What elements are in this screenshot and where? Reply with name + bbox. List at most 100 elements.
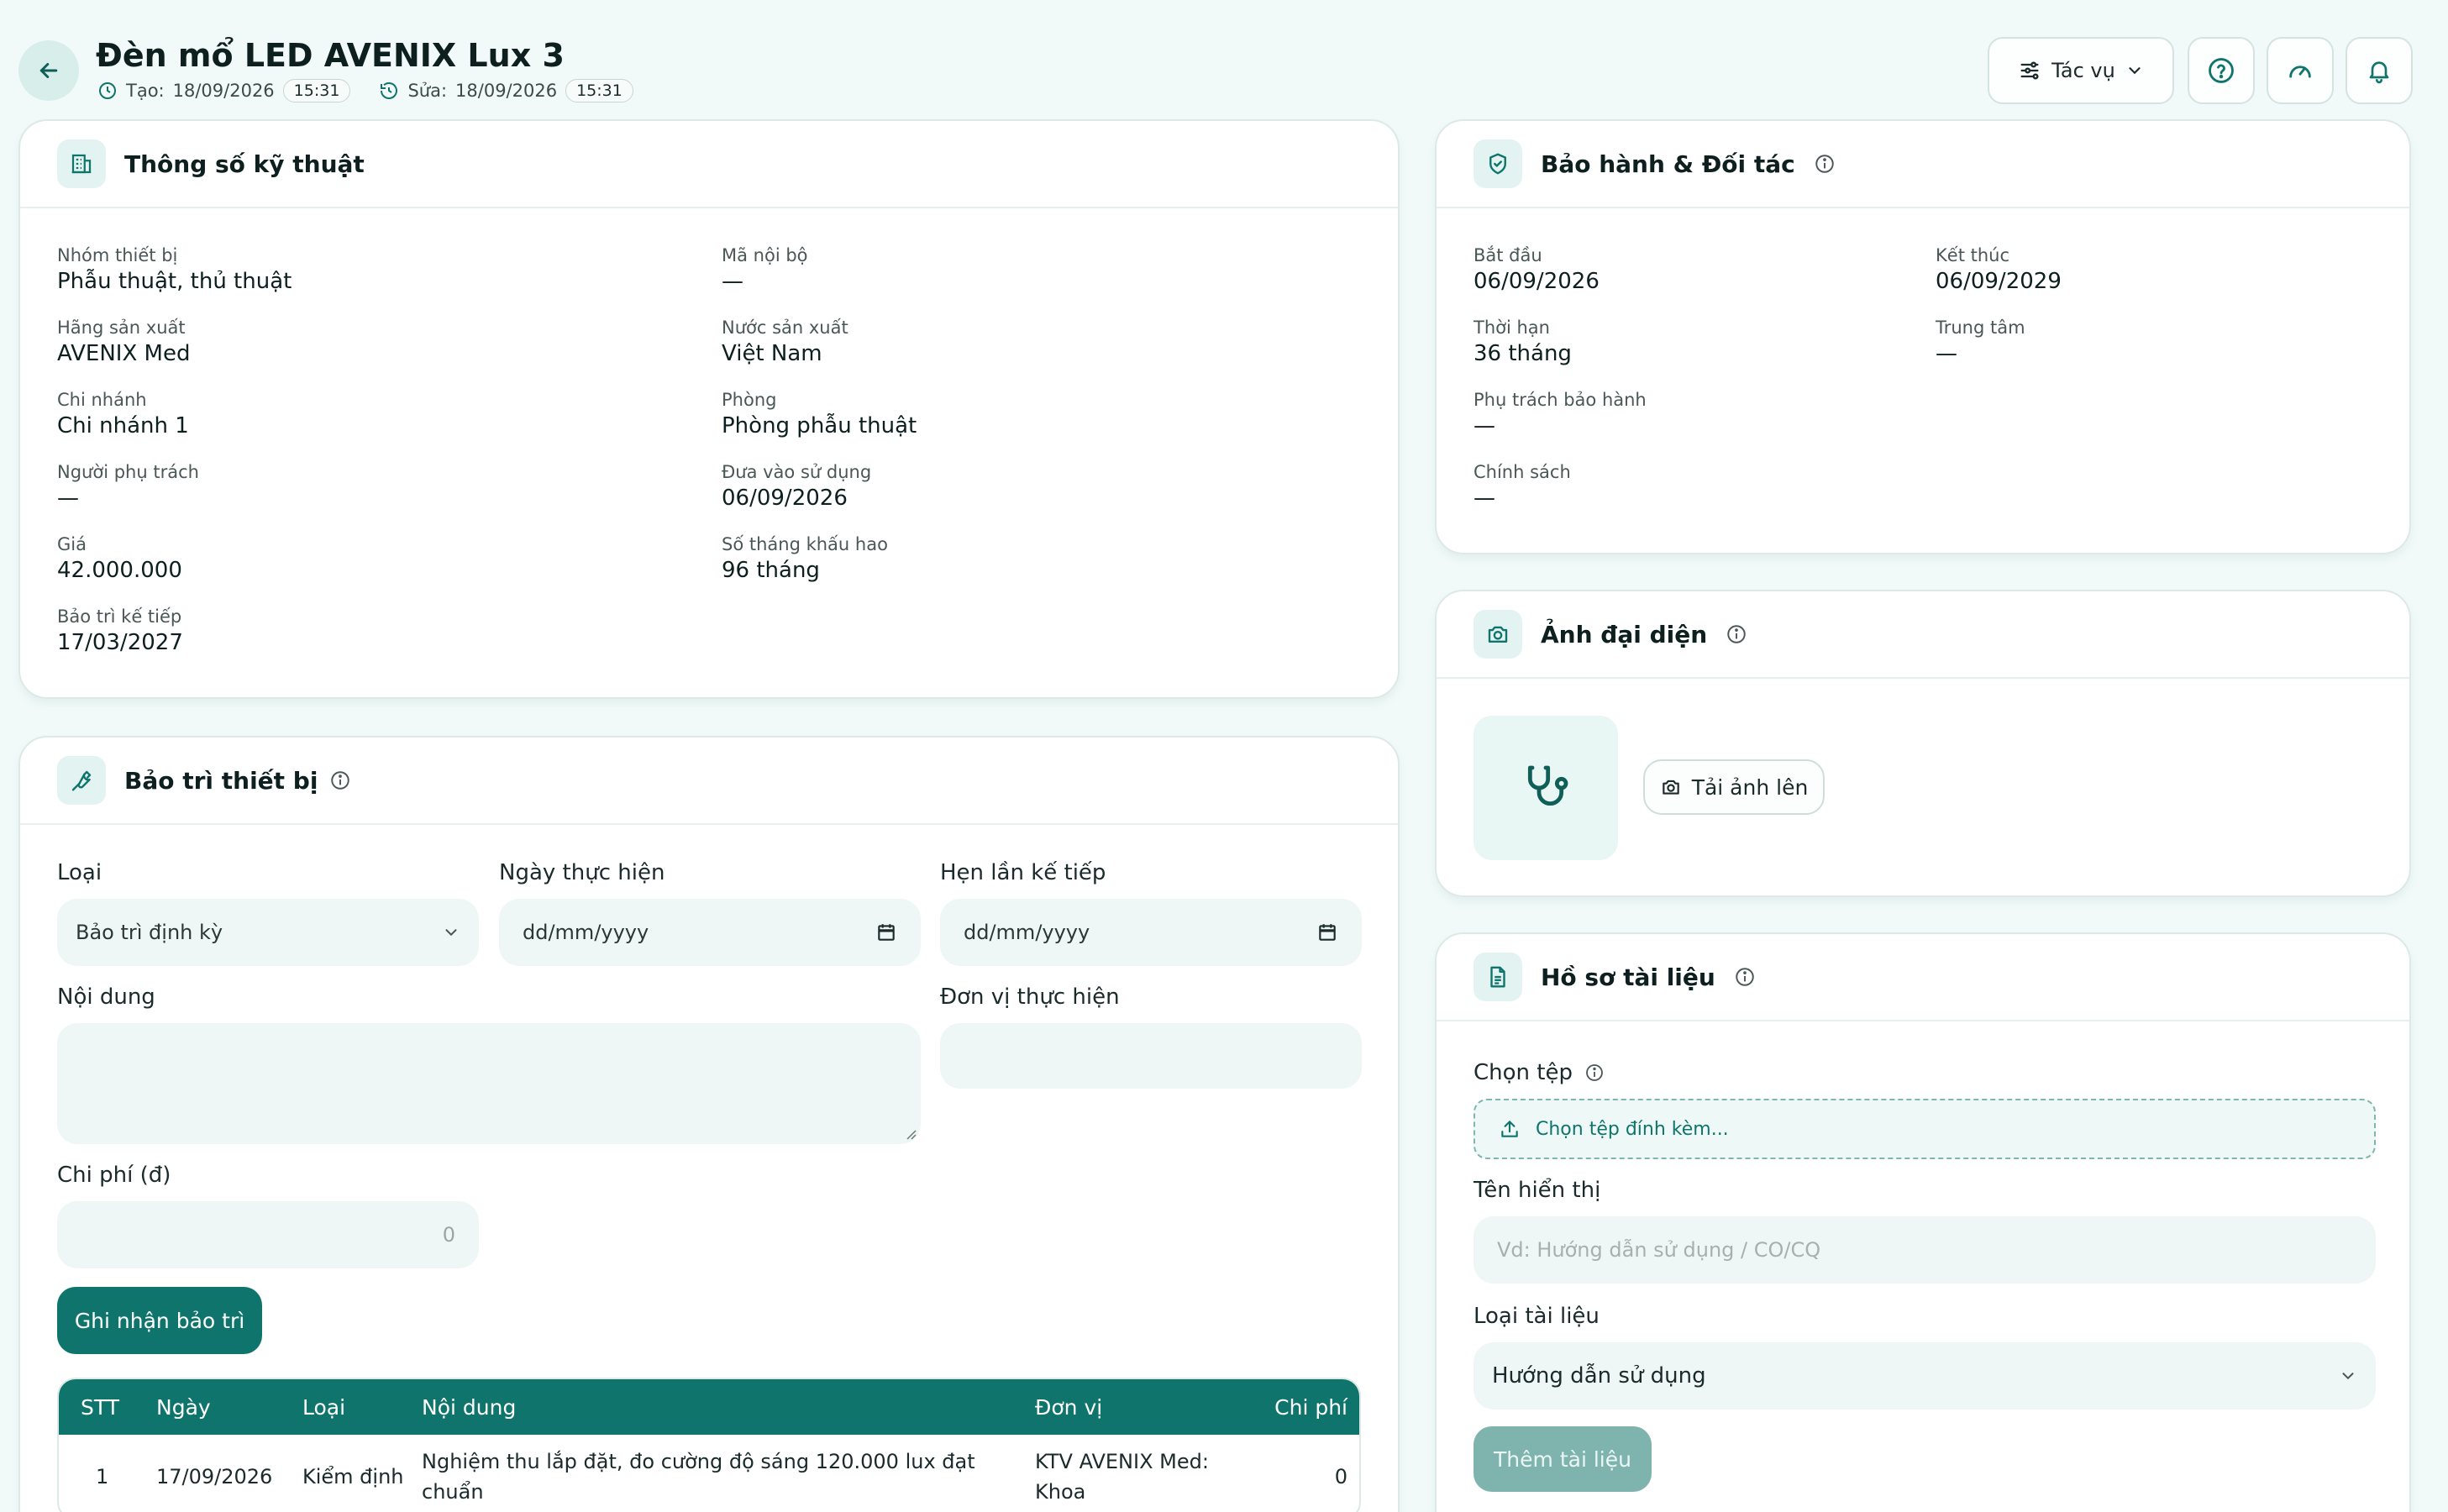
cell-type: Kiểm định [302, 1465, 404, 1488]
warranty-end: Kết thúc 06/09/2029 [1936, 245, 2062, 294]
info-icon [331, 771, 350, 790]
spec-label: Người phụ trách [57, 462, 199, 482]
maint-next-label: Hẹn lần kế tiếp [940, 860, 1106, 885]
maintenance-card-header: Bảo trì thiết bị [20, 738, 1398, 825]
spec-label: Nước sản xuất [722, 318, 848, 338]
maint-next-input[interactable]: dd/mm/yyyy [940, 899, 1362, 966]
info-icon [1736, 968, 1754, 986]
chevron-down-icon [2342, 1373, 2354, 1380]
sliders-icon [2020, 61, 2039, 80]
avatar-placeholder [1474, 716, 1618, 860]
warranty-label: Chính sách [1474, 462, 1571, 482]
spec-value: — [57, 486, 79, 511]
spec-label: Phòng [722, 390, 777, 410]
warranty-value: 36 tháng [1474, 341, 1572, 366]
col-content: Nội dung [422, 1394, 517, 1420]
spec-device-group: Nhóm thiết bị Phẫu thuật, thủ thuật [57, 245, 292, 294]
spec-value: 96 tháng [722, 558, 820, 583]
maint-cost-placeholder: 0 [442, 1223, 455, 1247]
spec-label: Chi nhánh [57, 390, 147, 410]
info-icon [1727, 625, 1746, 643]
warranty-duration: Thời hạn 36 tháng [1474, 318, 1572, 366]
maint-content-label: Nội dung [57, 984, 155, 1010]
maint-unit-input[interactable] [940, 1023, 1362, 1089]
created-label: Tạo: [126, 81, 165, 101]
cell-stt: 1 [96, 1465, 109, 1488]
spec-label: Hãng sản xuất [57, 318, 186, 338]
maint-cost-input[interactable]: 0 [57, 1201, 479, 1268]
add-document-button[interactable]: Thêm tài liệu [1474, 1426, 1652, 1492]
maintenance-history-table: STT Ngày Loại Nội dung Đơn vị Chi phí 1 … [57, 1378, 1361, 1512]
calendar-icon [878, 924, 895, 941]
spec-value: Việt Nam [722, 341, 822, 366]
spec-next-maintenance: Bảo trì kế tiếp 17/03/2027 [57, 606, 183, 655]
table-row[interactable]: 1 17/09/2026 Kiểm định Nghiệm thu lắp đặ… [59, 1435, 1359, 1512]
avatar-title: Ảnh đại diện [1541, 620, 1708, 648]
cell-date: 17/09/2026 [156, 1465, 273, 1488]
spec-label: Mã nội bộ [722, 245, 808, 265]
warranty-start: Bắt đầu 06/09/2026 [1474, 245, 1600, 294]
file-label: Chọn tệp [1474, 1060, 1573, 1085]
gauge-icon [2289, 66, 2311, 78]
updated-time-badge: 15:31 [565, 79, 633, 102]
spec-depreciation: Số tháng khấu hao 96 tháng [722, 534, 888, 583]
shield-check-icon [1474, 139, 1522, 188]
camera-icon [1474, 610, 1522, 659]
specs-title: Thông số kỹ thuật [124, 150, 365, 178]
doc-type-select[interactable]: Hướng dẫn sử dụng [1474, 1342, 2376, 1410]
spec-value: 17/03/2027 [57, 630, 183, 655]
chevron-down-icon [445, 929, 457, 937]
warranty-label: Trung tâm [1936, 318, 2025, 338]
col-date: Ngày [156, 1394, 211, 1420]
spec-in-use-date: Đưa vào sử dụng 06/09/2026 [722, 462, 871, 511]
maint-date-label: Ngày thực hiện [499, 860, 665, 885]
upload-photo-button[interactable]: Tải ảnh lên [1643, 759, 1825, 815]
maint-type-select[interactable]: Bảo trì định kỳ [57, 899, 479, 966]
maint-content-textarea[interactable] [57, 1023, 921, 1144]
avatar-card-header: Ảnh đại diện [1437, 591, 2409, 679]
cell-content: Nghiệm thu lắp đặt, đo cường độ sáng 120… [422, 1450, 975, 1504]
col-stt: STT [81, 1394, 119, 1420]
building-icon [57, 139, 106, 188]
display-name-input[interactable]: Vd: Hướng dẫn sử dụng / CO/CQ [1474, 1216, 2376, 1284]
actions-menu-button[interactable]: Tác vụ [1988, 37, 2174, 104]
maint-cost-label: Chi phí (đ) [57, 1163, 171, 1188]
warranty-value: — [1474, 486, 1495, 511]
timestamps: Tạo: 18/09/2026 15:31 Sửa: 18/09/2026 15… [97, 79, 633, 102]
help-circle-icon [2209, 58, 2234, 83]
col-type: Loại [302, 1394, 346, 1420]
spec-label: Giá [57, 534, 87, 554]
spec-value: — [722, 269, 743, 294]
spec-owner: Người phụ trách — [57, 462, 199, 511]
maint-type-label: Loại [57, 860, 102, 885]
specs-card: Thông số kỹ thuật Nhóm thiết bị Phẫu thu… [18, 119, 1400, 699]
choose-file-label: Chọn tệp đính kèm... [1536, 1118, 1729, 1140]
choose-file-button[interactable]: Chọn tệp đính kèm... [1474, 1099, 2376, 1159]
spec-value: AVENIX Med [57, 341, 191, 366]
warranty-value: 06/09/2026 [1474, 269, 1600, 294]
record-maintenance-button[interactable]: Ghi nhận bảo trì [57, 1287, 262, 1354]
cell-unit: KTV AVENIX Med: Khoa [1035, 1450, 1209, 1504]
spec-label: Số tháng khấu hao [722, 534, 888, 554]
clock-icon [99, 82, 116, 99]
created-date: 18/09/2026 [172, 81, 275, 101]
back-button[interactable] [18, 40, 79, 101]
avatar-card: Ảnh đại diện Tải ảnh lên [1435, 590, 2411, 897]
warranty-center: Trung tâm — [1936, 318, 2025, 366]
maint-type-value: Bảo trì định kỳ [76, 921, 223, 944]
dashboard-button[interactable] [2267, 37, 2334, 104]
warranty-policy: Chính sách — [1474, 462, 1571, 511]
warranty-label: Thời hạn [1474, 318, 1550, 338]
help-button[interactable] [2188, 37, 2255, 104]
stethoscope-icon [1527, 765, 1568, 806]
notifications-button[interactable] [2346, 37, 2413, 104]
maint-next-placeholder: dd/mm/yyyy [964, 921, 1090, 944]
spec-branch: Chi nhánh Chi nhánh 1 [57, 390, 189, 438]
upload-photo-label: Tải ảnh lên [1691, 774, 1809, 800]
spec-country: Nước sản xuất Việt Nam [722, 318, 848, 366]
maint-date-input[interactable]: dd/mm/yyyy [499, 899, 921, 966]
updated-date: 18/09/2026 [455, 81, 558, 101]
doc-type-label: Loại tài liệu [1474, 1304, 1600, 1329]
warranty-owner: Phụ trách bảo hành — [1474, 390, 1647, 438]
actions-label: Tác vụ [2051, 59, 2115, 82]
